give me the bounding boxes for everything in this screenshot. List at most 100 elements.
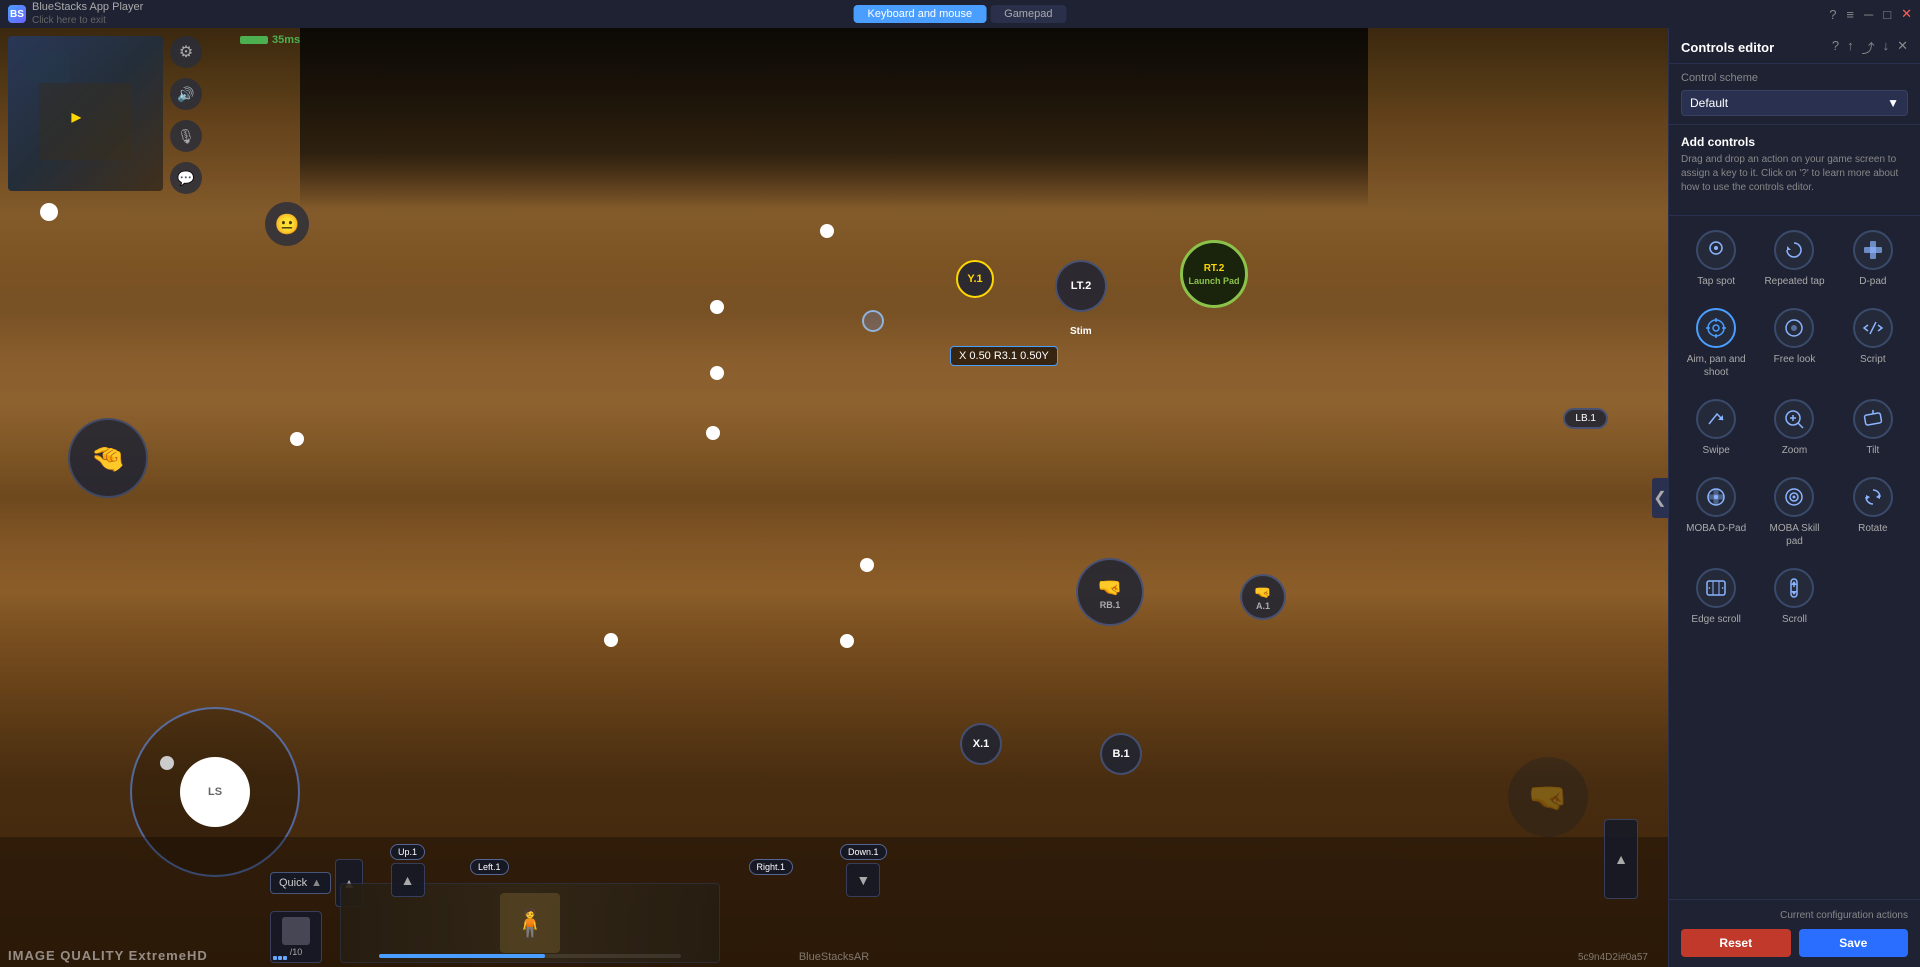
panel-title: Controls editor: [1681, 40, 1774, 55]
ping-display: 35ms: [240, 34, 300, 46]
app-name: BlueStacks App Player: [32, 1, 143, 14]
swipe-control[interactable]: Swipe: [1681, 393, 1751, 463]
quick-arrow: ▲: [311, 877, 322, 889]
scheme-label: Control scheme: [1681, 72, 1908, 84]
stim-label: Stim: [1070, 326, 1092, 337]
collapse-panel-btn[interactable]: ❮: [1652, 478, 1668, 518]
lb1-button[interactable]: LB.1: [1563, 408, 1608, 429]
zoom-control[interactable]: Zoom: [1759, 393, 1829, 463]
script-icon: [1853, 308, 1893, 348]
game-area: ▶ ⚙ 🔊 🎙 💬 😐 35ms: [0, 28, 1668, 967]
hand-button[interactable]: 🤏: [68, 418, 148, 498]
menu-icon[interactable]: ≡: [1846, 7, 1854, 22]
ceiling-area: [300, 28, 1368, 208]
repeated-tap-label: Repeated tap: [1764, 275, 1824, 288]
rb1-button[interactable]: 🤜 RB.1: [1076, 558, 1144, 626]
gamepad-tab[interactable]: Gamepad: [990, 5, 1066, 23]
title-bar: BS BlueStacks App Player Click here to e…: [0, 0, 1920, 28]
script-label: Script: [1860, 353, 1886, 366]
scheme-dropdown[interactable]: Default ▼: [1681, 90, 1908, 116]
add-controls-title: Add controls: [1681, 135, 1908, 149]
tap-spot-control[interactable]: Tap spot: [1681, 224, 1751, 294]
title-bar-right: ? ≡ ─ □ ✕: [1829, 6, 1912, 22]
download-icon[interactable]: ↓: [1883, 38, 1890, 57]
share-icon[interactable]: ⤴: [1862, 38, 1875, 57]
moba-skill-pad-control[interactable]: MOBA Skill pad: [1759, 471, 1829, 554]
scroll-icon: [1774, 568, 1814, 608]
free-look-control[interactable]: Free look: [1759, 302, 1829, 385]
help-panel-icon[interactable]: ?: [1832, 38, 1839, 57]
swipe-label: Swipe: [1703, 444, 1730, 457]
maximize-icon[interactable]: □: [1883, 7, 1891, 22]
close-icon[interactable]: ✕: [1901, 6, 1912, 22]
upload-icon[interactable]: ↑: [1847, 38, 1854, 57]
reset-button[interactable]: Reset: [1681, 929, 1791, 957]
scroll-control[interactable]: Scroll: [1759, 562, 1829, 632]
emoji-button[interactable]: 😐: [265, 202, 309, 246]
keyboard-mouse-tab[interactable]: Keyboard and mouse: [854, 5, 987, 23]
moba-skill-pad-label: MOBA Skill pad: [1763, 522, 1825, 548]
up1-area: Up.1 ▲: [390, 844, 425, 897]
app-subtitle: Click here to exit: [32, 15, 143, 27]
aim-pan-shoot-icon: [1696, 308, 1736, 348]
settings-icon[interactable]: ⚙: [170, 36, 202, 68]
tap-spot-icon: [1696, 230, 1736, 270]
rt2-button[interactable]: RT.2 Launch Pad: [1180, 240, 1248, 308]
hud-arrow-right[interactable]: ▲: [1604, 819, 1638, 899]
help-icon[interactable]: ?: [1829, 7, 1836, 22]
edge-scroll-control[interactable]: Edge scroll: [1681, 562, 1751, 632]
app-logo: BS: [8, 5, 26, 23]
scroll-label: Scroll: [1782, 613, 1807, 626]
quick-button[interactable]: Quick ▲: [270, 872, 331, 894]
d-pad-label: D-pad: [1859, 275, 1886, 288]
speaker-icon[interactable]: 🔊: [170, 78, 202, 110]
dot-2: [40, 203, 58, 221]
tilt-control[interactable]: Tilt: [1838, 393, 1908, 463]
minimize-icon[interactable]: ─: [1864, 7, 1873, 22]
dot-3: [710, 300, 724, 314]
add-controls-section: Add controls Drag and drop an action on …: [1669, 125, 1920, 216]
down1-badge: Down.1: [840, 844, 887, 860]
moba-d-pad-label: MOBA D-Pad: [1686, 522, 1746, 535]
rotate-control[interactable]: Rotate: [1838, 471, 1908, 554]
script-control[interactable]: Script: [1838, 302, 1908, 385]
chat-icon[interactable]: 💬: [170, 162, 202, 194]
moba-d-pad-control[interactable]: MOBA D-Pad: [1681, 471, 1751, 554]
down1-button[interactable]: ▼: [846, 863, 880, 897]
zoom-icon: [1774, 399, 1814, 439]
b1-button[interactable]: B.1: [1100, 733, 1142, 775]
mic-icon[interactable]: 🎙: [170, 120, 202, 152]
scheme-section: Control scheme Default ▼: [1669, 64, 1920, 125]
title-bar-left: BS BlueStacks App Player Click here to e…: [8, 1, 143, 26]
save-button[interactable]: Save: [1799, 929, 1909, 957]
coords-label: 5c9n4D2i#0a57: [1578, 952, 1648, 963]
image-quality-label: IMAGE QUALITY ExtremeHD: [8, 948, 208, 963]
aim-pan-shoot-control[interactable]: Aim, pan and shoot: [1681, 302, 1751, 385]
config-actions-label: Current configuration actions: [1681, 910, 1908, 921]
d-pad-icon: [1853, 230, 1893, 270]
close-panel-icon[interactable]: ✕: [1897, 38, 1908, 57]
dot-9: [840, 634, 854, 648]
edge-scroll-label: Edge scroll: [1691, 613, 1740, 626]
lt2-button[interactable]: LT.2: [1055, 260, 1107, 312]
y1-button[interactable]: Y.1: [956, 260, 994, 298]
dot-4: [290, 432, 304, 446]
up1-button[interactable]: ▲: [391, 863, 425, 897]
add-controls-desc: Drag and drop an action on your game scr…: [1681, 153, 1908, 195]
d-pad-control[interactable]: D-pad: [1838, 224, 1908, 294]
x1-button[interactable]: X.1: [960, 723, 1002, 765]
dot-5: [710, 366, 724, 380]
dot-8: [604, 633, 618, 647]
free-look-label: Free look: [1774, 353, 1816, 366]
aim-pan-shoot-label: Aim, pan and shoot: [1685, 353, 1747, 379]
a1-button[interactable]: 🤜 A.1: [1240, 574, 1286, 620]
main-content: ▶ ⚙ 🔊 🎙 💬 😐 35ms: [0, 28, 1920, 967]
controls-grid: Tap spot Repeated tap: [1669, 216, 1920, 640]
weapon-slot-1[interactable]: /10: [270, 911, 322, 963]
down1-area: Down.1 ▼: [840, 844, 887, 897]
zoom-label: Zoom: [1782, 444, 1808, 457]
repeated-tap-control[interactable]: Repeated tap: [1759, 224, 1829, 294]
mode-tabs: Keyboard and mouse Gamepad: [854, 5, 1067, 23]
swipe-icon: [1696, 399, 1736, 439]
right1-badge: Right.1: [749, 859, 794, 875]
